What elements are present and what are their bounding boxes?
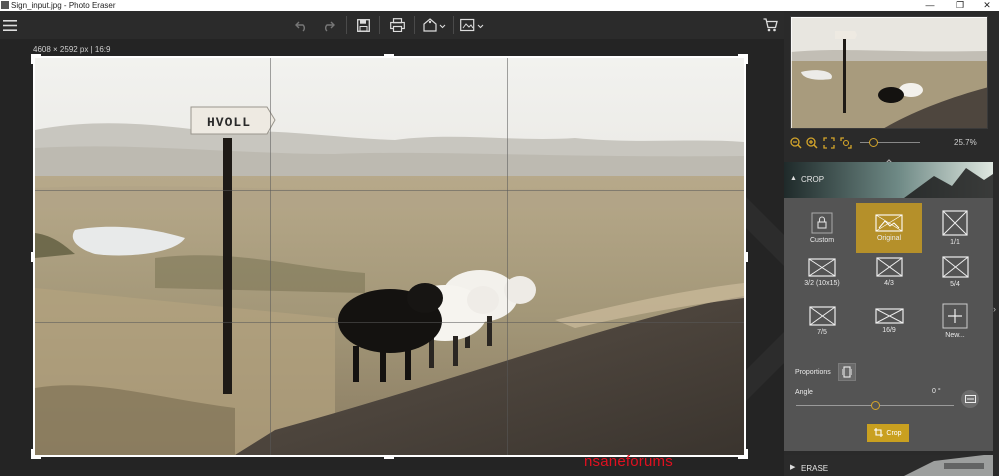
crop-icon: [874, 427, 884, 439]
crop-grid-line: [35, 322, 744, 323]
crop-handle-bottom-right[interactable]: [745, 449, 748, 459]
photo-eraser-window: Sign_input.jpg - Photo Eraser — ❐ ✕ 4608…: [0, 0, 999, 476]
crop-preset-label: 1/1: [950, 239, 960, 246]
toolbar-separator: [379, 16, 380, 34]
angle-value: 0 °: [932, 388, 941, 395]
undo-icon[interactable]: [294, 14, 310, 36]
crop-preset-5[interactable]: 4/3: [856, 247, 922, 297]
save-icon[interactable]: [355, 14, 371, 36]
toolbar-separator: [346, 16, 347, 34]
crop-section-title: CROP: [801, 175, 825, 184]
erase-section-title: ERASE: [801, 464, 829, 473]
zoom-value: 25.7%: [954, 138, 977, 147]
proportions-label: Proportions: [795, 369, 831, 376]
proportions-toggle-button[interactable]: [838, 363, 856, 381]
minimize-button[interactable]: —: [919, 0, 941, 11]
crop-handle-right[interactable]: [745, 252, 748, 262]
actual-size-icon[interactable]: [840, 136, 852, 149]
crop-preset-9[interactable]: New...: [922, 296, 988, 346]
ratio-icon: [875, 257, 903, 277]
crop-preset-1[interactable]: Custom: [789, 203, 855, 253]
crop-preset-label: New...: [945, 332, 965, 339]
zoom-out-icon[interactable]: [790, 136, 802, 149]
window-title: Sign_input.jpg - Photo Eraser: [11, 1, 116, 10]
maximize-button[interactable]: ❐: [949, 0, 971, 11]
fit-screen-icon[interactable]: [823, 136, 835, 149]
sign-text: HVOLL: [207, 115, 251, 130]
zoom-in-icon[interactable]: [806, 136, 818, 149]
crop-preset-6[interactable]: 5/4: [922, 247, 988, 297]
crop-preset-8[interactable]: 16/9: [856, 296, 922, 346]
ratio-icon: [941, 256, 969, 278]
crop-handle-top[interactable]: [384, 54, 394, 57]
crop-handle-bottom-left[interactable]: [31, 449, 34, 459]
erase-section-header[interactable]: ▶ ERASE: [784, 455, 993, 476]
crop-grid-line: [507, 58, 508, 455]
crop-preset-4[interactable]: 3/2 (10x15): [789, 247, 855, 297]
crop-preset-2[interactable]: Original: [856, 203, 922, 253]
crop-button-label: Crop: [886, 429, 902, 437]
crop-preset-label: 3/2 (10x15): [804, 279, 840, 287]
close-button[interactable]: ✕: [976, 0, 998, 11]
crop-handle-top-right[interactable]: [745, 54, 748, 64]
crop-button[interactable]: Crop: [867, 424, 909, 442]
title-bar: Sign_input.jpg - Photo Eraser — ❐ ✕: [0, 0, 999, 11]
app-icon: [1, 1, 9, 9]
angle-reset-button[interactable]: [961, 390, 979, 408]
ratio-icon: [808, 257, 836, 277]
crop-preset-label: 4/3: [884, 280, 894, 287]
expand-arrow-icon: ▲: [790, 175, 797, 182]
export-icon[interactable]: [459, 14, 485, 36]
crop-grid-line: [270, 58, 271, 455]
crop-handle-left[interactable]: [31, 252, 34, 262]
crop-preset-7[interactable]: 7/5: [789, 296, 855, 346]
crop-preset-label: 7/5: [817, 329, 827, 336]
crop-preset-label: Original: [876, 235, 902, 242]
shopping-cart-icon[interactable]: [761, 14, 779, 36]
panel-collapse-arrow-icon[interactable]: ›: [993, 304, 996, 314]
crop-preset-label: 16/9: [882, 327, 896, 334]
ratio-icon: [808, 306, 836, 326]
crop-preset-label: Custom: [809, 237, 835, 244]
image-dimensions-label: 4608 × 2592 px | 16:9: [33, 45, 111, 54]
photo-canvas[interactable]: HVOLL: [35, 58, 744, 455]
angle-label: Angle: [795, 389, 813, 396]
toolbar-separator: [414, 16, 415, 34]
ratio-icon: [874, 308, 904, 324]
plus-icon: [942, 303, 968, 329]
zoom-slider-knob[interactable]: [869, 138, 878, 147]
expand-arrow-icon: ▶: [790, 464, 796, 471]
printer-icon[interactable]: [388, 14, 406, 36]
toolbar-separator: [453, 16, 454, 34]
crop-section-header[interactable]: ▲ CROP: [784, 162, 993, 198]
zoom-bar: 25.7%: [788, 135, 993, 151]
crop-preset-label: 5/4: [950, 281, 960, 288]
redo-icon[interactable]: [320, 14, 336, 36]
navigator-thumbnail[interactable]: [790, 16, 988, 129]
share-icon[interactable]: [421, 14, 447, 36]
crop-grid-line: [35, 190, 744, 191]
image-icon: [875, 214, 903, 232]
crop-handle-bottom[interactable]: [384, 456, 394, 459]
crop-handle-top-left[interactable]: [31, 54, 34, 64]
ratio-icon: [942, 210, 968, 236]
watermark-text: nsaneforums: [584, 453, 673, 470]
hamburger-menu-icon[interactable]: [2, 14, 18, 36]
angle-slider-knob[interactable]: [871, 401, 880, 410]
crop-preset-3[interactable]: 1/1: [922, 203, 988, 253]
lock-icon: [811, 212, 833, 234]
